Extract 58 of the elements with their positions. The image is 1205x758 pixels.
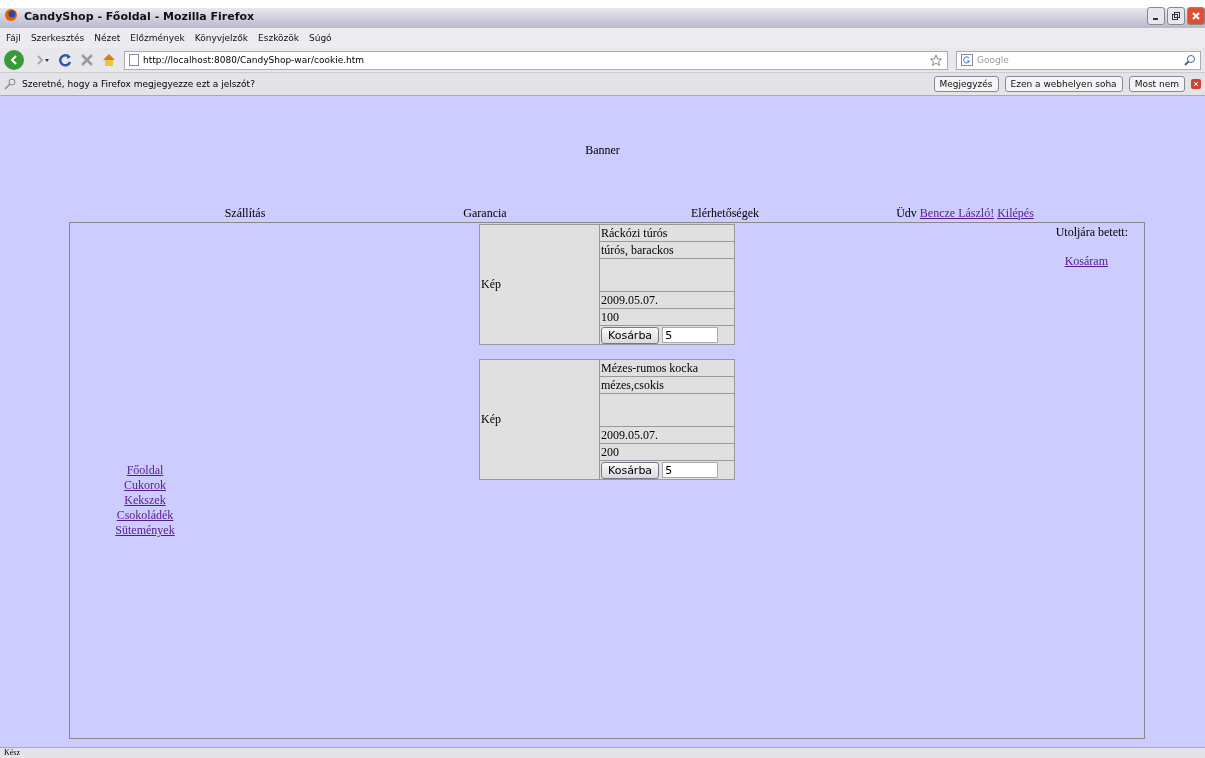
back-button[interactable]: [4, 50, 24, 70]
close-button[interactable]: [1187, 7, 1205, 25]
category-link[interactable]: Cukorok: [124, 478, 166, 493]
close-icon[interactable]: [1191, 79, 1201, 89]
image-cell: Kép: [480, 360, 600, 479]
home-icon[interactable]: [102, 53, 116, 67]
category-link[interactable]: Sütemények: [115, 523, 175, 538]
notification-text: Szeretné, hogy a Firefox megjegyezze ezt a jelszót?: [22, 79, 256, 89]
status-bar: Kész: [0, 747, 1205, 758]
greeting-text: Üdv: [896, 205, 917, 220]
table-cell: mézes,csokis: [600, 377, 734, 394]
stop-icon[interactable]: [80, 53, 94, 67]
nav-item[interactable]: Elérhetőségek: [605, 205, 845, 221]
table-cell: 2009.05.07.: [600, 427, 734, 444]
nav-item[interactable]: Garancia: [365, 205, 605, 221]
category-link[interactable]: Kekszek: [124, 493, 166, 508]
page-icon: [129, 54, 139, 66]
menu-item[interactable]: Nézet: [94, 33, 121, 43]
add-to-cart-button[interactable]: Kosárba: [601, 326, 660, 344]
firefox-icon: [4, 8, 18, 22]
menu-item[interactable]: Előzmények: [130, 33, 185, 43]
close-icon: [1192, 12, 1200, 20]
menu-item[interactable]: Eszközök: [258, 33, 299, 43]
nav-item[interactable]: Szállítás: [125, 205, 365, 221]
add-to-cart-button[interactable]: Kosárba: [601, 461, 660, 479]
category-link[interactable]: Csokoládék: [116, 508, 174, 523]
notification-button[interactable]: Most nem: [1128, 76, 1185, 92]
logout-link[interactable]: Kilépés: [997, 205, 1034, 220]
star-icon[interactable]: [929, 54, 943, 66]
restore-icon: [1172, 12, 1180, 20]
table-cell: 100: [600, 309, 734, 326]
address-field[interactable]: http://localhost:8080/CandyShop-war/cookie.htm: [124, 50, 948, 70]
table-cell: Mézes-rumos kocka: [600, 360, 734, 377]
table-cell: 2009.05.07.: [600, 292, 734, 309]
menu-item[interactable]: Szerkesztés: [30, 33, 85, 43]
menu-item[interactable]: Fájl: [6, 33, 21, 43]
banner-text: Banner: [585, 142, 620, 158]
category-link[interactable]: Főoldal: [126, 463, 164, 478]
user-link[interactable]: Bencze László!: [919, 205, 995, 220]
reload-icon[interactable]: [58, 53, 72, 67]
restore-button[interactable]: [1167, 7, 1185, 25]
table-cell: Ráckózi túrós: [600, 225, 734, 242]
table-cell: túrós, barackos: [600, 242, 734, 259]
minimize-button[interactable]: [1147, 7, 1165, 25]
menu-item[interactable]: Könyvjelzők: [194, 33, 249, 43]
image-cell: Kép: [480, 225, 600, 344]
menu-item[interactable]: Súgó: [309, 33, 332, 43]
notification-button[interactable]: Ezen a webhelyen soha: [1004, 76, 1123, 92]
search-engine-icon[interactable]: [961, 54, 973, 66]
notification-button[interactable]: Megjegyzés: [933, 76, 999, 92]
window-title: CandyShop - Főoldal - Mozilla Firefox: [24, 10, 256, 25]
cart-link[interactable]: Kosáram: [1064, 254, 1108, 268]
quantity-field[interactable]: 5: [662, 327, 719, 343]
quantity-field[interactable]: 5: [662, 462, 719, 478]
table-cell: 200: [600, 444, 734, 461]
key-icon: [4, 78, 16, 90]
cart-label: Utoljára betett:: [1055, 225, 1128, 240]
search-icon[interactable]: [1184, 54, 1196, 66]
